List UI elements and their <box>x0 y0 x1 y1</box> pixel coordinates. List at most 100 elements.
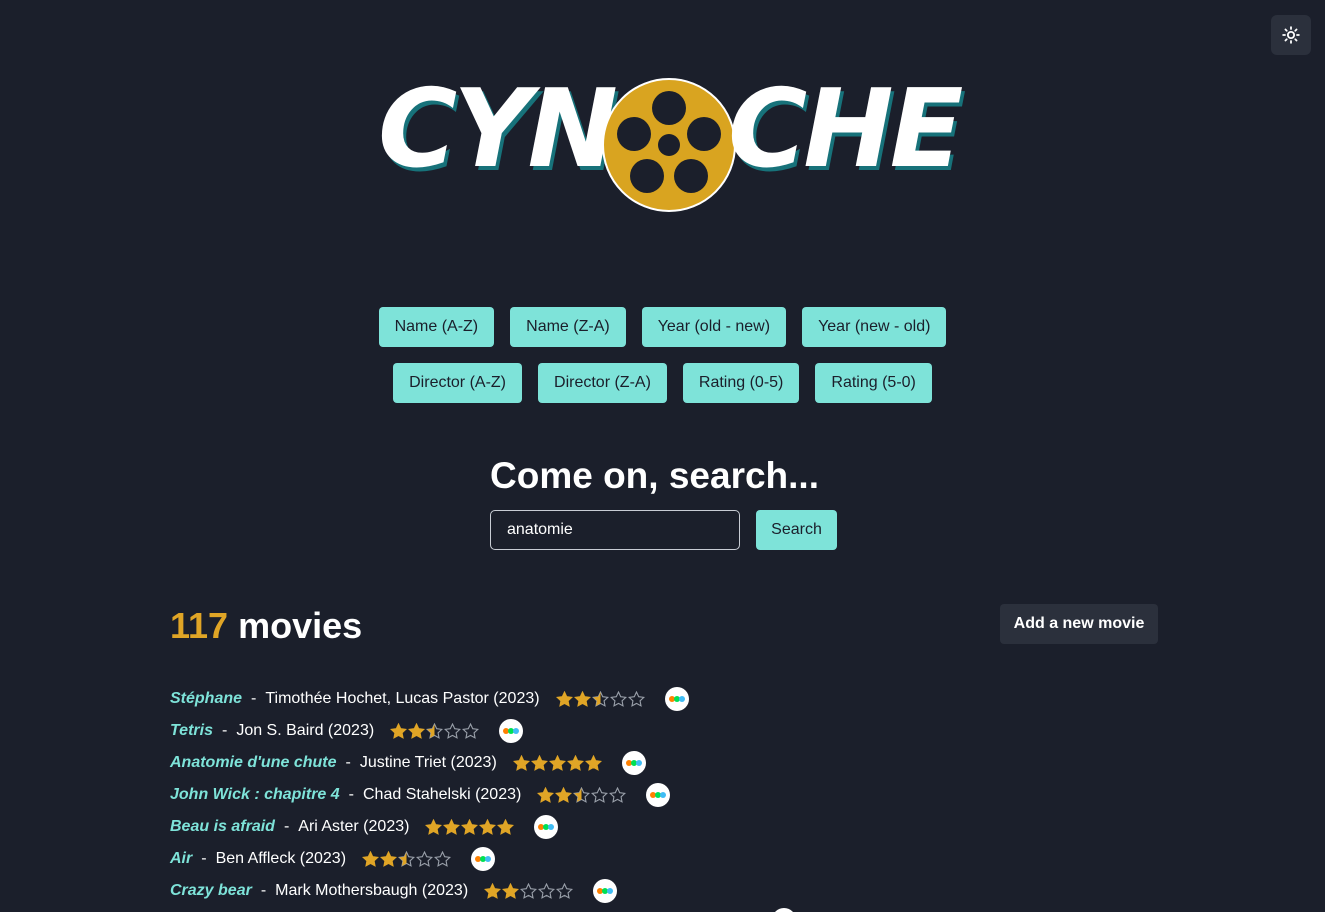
star-icon <box>502 882 520 899</box>
movie-director: Ari Aster <box>298 818 359 835</box>
separator: - <box>251 690 257 707</box>
separator: - <box>201 850 207 867</box>
movie-year-close: ) <box>462 882 469 899</box>
movie-director: Timothée Hochet, Lucas Pastor <box>265 690 489 707</box>
theme-toggle-button[interactable] <box>1271 15 1311 55</box>
star-empty-icon <box>434 850 452 867</box>
movie-year: 2023 <box>498 690 535 707</box>
movie-year-close: ) <box>404 818 410 835</box>
movie-title-link[interactable]: John Wick : chapitre 4 <box>170 786 340 804</box>
movie-year-open: ( <box>358 818 369 835</box>
movie-director: Chad Stahelski <box>363 786 471 803</box>
movie-title-link[interactable]: Stéphane <box>170 690 242 708</box>
star-half-icon <box>573 786 591 803</box>
star-empty-icon <box>416 850 434 867</box>
rating-stars <box>537 786 627 804</box>
star-icon <box>443 818 461 835</box>
logo-text-left: CYN <box>378 67 618 192</box>
sort-director-asc-button[interactable]: Director (A-Z) <box>393 363 523 403</box>
sort-rating-desc-button[interactable]: Rating (5-0) <box>815 363 932 403</box>
sort-rating-asc-button[interactable]: Rating (0-5) <box>682 363 800 403</box>
movie-row: John Wick : chapitre 4- Chad Stahelski (2… <box>170 779 689 811</box>
star-empty-icon <box>462 722 480 739</box>
letterboxd-icon[interactable] <box>772 908 796 912</box>
star-icon <box>573 690 591 707</box>
movie-director: Justine Triet <box>359 754 447 771</box>
letterboxd-icon[interactable] <box>534 815 559 839</box>
movie-row: Stéphane - Timothée Hochet, Lucas Pastor (… <box>170 683 689 715</box>
letterboxd-dots <box>475 856 492 862</box>
movie-year: 2023 <box>333 722 369 739</box>
star-empty-icon <box>538 882 556 899</box>
star-icon <box>530 754 548 771</box>
sort-row-2: Director (A-Z) Director (Z-A) Rating (0-… <box>0 363 1325 403</box>
movie-year-open: ( <box>417 882 428 899</box>
movie-title-link[interactable]: Anatomie d'une chute <box>170 754 336 772</box>
sort-year-desc-button[interactable]: Year (new - old) <box>802 307 947 347</box>
movie-year-open: ( <box>488 690 499 707</box>
star-icon <box>584 754 602 771</box>
movie-year-close: ) <box>368 722 375 739</box>
star-empty-icon <box>556 882 574 899</box>
movie-title-link[interactable]: Beau is afraid <box>170 818 275 836</box>
rating-stars <box>425 818 515 836</box>
letterboxd-icon[interactable] <box>646 783 671 807</box>
movie-year: 2023 <box>455 754 492 771</box>
star-icon <box>408 722 426 739</box>
letterboxd-icon[interactable] <box>471 847 496 871</box>
star-icon <box>555 786 573 803</box>
star-empty-icon <box>520 882 538 899</box>
movie-year-close: ) <box>516 786 522 803</box>
movie-count-label: movies <box>238 605 363 646</box>
logo: CYN CHE <box>370 67 963 223</box>
movie-year-open: ( <box>446 754 456 771</box>
star-icon <box>497 818 515 835</box>
sort-year-asc-button[interactable]: Year (old - new) <box>641 307 787 347</box>
rating-stars <box>390 722 480 740</box>
search-title: Come on, search... <box>490 455 819 496</box>
movie-list: Stéphane - Timothée Hochet, Lucas Pastor (… <box>170 683 689 907</box>
star-icon <box>380 850 398 867</box>
add-movie-button[interactable]: Add a new movie <box>1000 604 1158 644</box>
sort-director-desc-button[interactable]: Director (Z-A) <box>538 363 667 403</box>
sort-name-desc-button[interactable]: Name (Z-A) <box>510 307 626 347</box>
movie-title-link[interactable]: Crazy bear <box>170 882 252 900</box>
search-button[interactable]: Search <box>756 510 837 550</box>
rating-stars <box>512 754 602 772</box>
sun-icon <box>1282 26 1300 44</box>
letterboxd-icon[interactable] <box>593 879 618 903</box>
separator: - <box>345 754 351 771</box>
star-icon <box>479 818 497 835</box>
star-empty-icon <box>444 722 462 739</box>
movie-count: 117 <box>170 605 229 646</box>
search-input[interactable] <box>490 510 740 550</box>
star-icon <box>425 818 443 835</box>
sort-name-asc-button[interactable]: Name (A-Z) <box>378 307 495 347</box>
separator: - <box>283 818 290 835</box>
star-empty-icon <box>609 690 627 707</box>
sort-row-1: Name (A-Z) Name (Z-A) Year (old - new) Y… <box>0 307 1325 347</box>
movie-year: 2023 <box>427 882 463 899</box>
movie-row: Air - Ben Affleck (2023) <box>170 843 689 875</box>
movie-row: Crazy bear - Mark Mothersbaugh (2023) <box>170 875 689 907</box>
letterboxd-dots <box>650 792 667 798</box>
movie-title-link[interactable]: Tetris <box>170 722 213 740</box>
star-half-icon <box>398 850 416 867</box>
film-reel-icon <box>602 78 736 212</box>
movie-row: Anatomie d'une chute - Justine Triet (2023… <box>170 747 689 779</box>
letterboxd-dots <box>503 728 520 734</box>
rating-stars <box>362 850 452 868</box>
letterboxd-icon[interactable] <box>621 751 646 775</box>
star-empty-icon <box>591 786 609 803</box>
movie-title-link[interactable]: Air <box>170 850 192 868</box>
page: CYN CHE Name (A-Z) Name (Z-A) Year (old … <box>0 0 1325 912</box>
star-icon <box>555 690 573 707</box>
star-half-icon <box>591 690 609 707</box>
letterboxd-icon[interactable] <box>499 719 524 743</box>
letterboxd-icon[interactable] <box>664 687 689 711</box>
star-empty-icon <box>609 786 627 803</box>
separator: - <box>260 882 267 899</box>
movie-director: Ben Affleck <box>215 850 296 867</box>
movie-year: 2023 <box>305 850 341 867</box>
rating-stars <box>484 882 574 900</box>
